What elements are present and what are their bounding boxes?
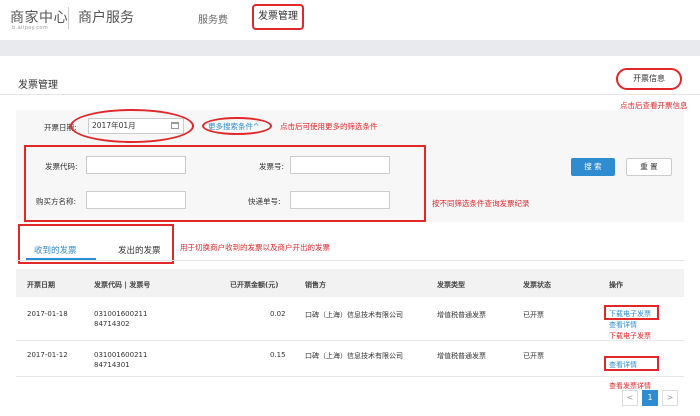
column-header-code-number: 发票代码 | 发票号 [94,281,151,289]
app-title: 商户服务 [78,10,134,26]
row-seller: 口碑（上海）信息技术有限公司 [305,311,403,319]
more-filters-note: 点击后可使用更多的筛选条件 [280,122,378,131]
logo-divider [68,7,69,29]
column-header-type: 发票类型 [437,281,465,289]
title-divider [0,94,700,95]
row-status: 已开票 [523,311,544,319]
date-highlight-oval [70,109,194,143]
column-header-date: 开票日期 [27,281,55,289]
row-divider [16,376,684,377]
logo-domain: b.alipay.com [12,25,49,31]
pager-next-button[interactable]: > [662,390,678,406]
column-header-amount: 已开票金额(元) [230,281,279,289]
tab-received-invoices[interactable]: 收到的发票 [34,244,77,256]
view-detail-link[interactable]: 查看详情 [609,320,637,330]
row-amount: 0.02 [270,310,286,318]
filter-fields-note: 按不同筛选条件查询发票纪录 [432,199,530,208]
invoice-number-label: 发票号: [259,162,285,171]
download-link-highlight [604,305,659,320]
buyer-name-input[interactable] [86,191,186,209]
top-bar: 商家中心 b.alipay.com 商户服务 服务费 发票管理 [0,0,700,38]
column-header-actions: 操作 [609,281,623,289]
nav-service-fee[interactable]: 服务费 [198,11,228,26]
row-invoice-code: 031001600211 [94,310,148,318]
row-invoice-type: 增值税普通发票 [437,311,486,319]
buyer-name-label: 购买方名称: [36,197,77,206]
row-status: 已开票 [523,352,544,360]
reset-button[interactable]: 重 置 [626,158,672,176]
row-invoice-number: 84714302 [94,320,130,328]
search-button[interactable]: 搜 索 [571,158,615,176]
invoice-info-button[interactable]: 开票信息 [616,68,682,90]
tabs-divider [16,260,684,261]
row-date: 2017-01-18 [27,310,68,318]
row-divider [16,340,684,341]
express-number-input[interactable] [290,191,390,209]
nav-invoice-management[interactable]: 发票管理 [252,4,304,30]
more-filters-highlight-oval [202,117,272,135]
column-header-status: 发票状态 [523,281,551,289]
invoice-code-input[interactable] [86,156,186,174]
row-invoice-number: 84714301 [94,361,130,369]
invoice-code-label: 发票代码: [45,162,78,171]
column-header-seller: 销售方 [305,281,326,289]
tab-issued-invoices[interactable]: 发出的发票 [118,244,161,256]
pager-prev-button[interactable]: < [622,390,638,406]
tabs-note: 用于切换商户收到的发票以及商户开出的发票 [180,243,330,252]
row-amount: 0.15 [270,351,286,359]
invoice-number-input[interactable] [290,156,390,174]
row-date: 2017-01-12 [27,351,68,359]
express-number-label: 快递单号: [248,197,281,206]
row-invoice-code: 031001600211 [94,351,148,359]
page-title: 发票管理 [18,80,58,91]
logo-title[interactable]: 商家中心 [10,7,68,27]
header-band [0,40,700,56]
row-seller: 口碑（上海）信息技术有限公司 [305,352,403,360]
pager-page-1[interactable]: 1 [642,390,658,406]
detail-link-highlight [604,356,659,371]
row-invoice-type: 增值税普通发票 [437,352,486,360]
